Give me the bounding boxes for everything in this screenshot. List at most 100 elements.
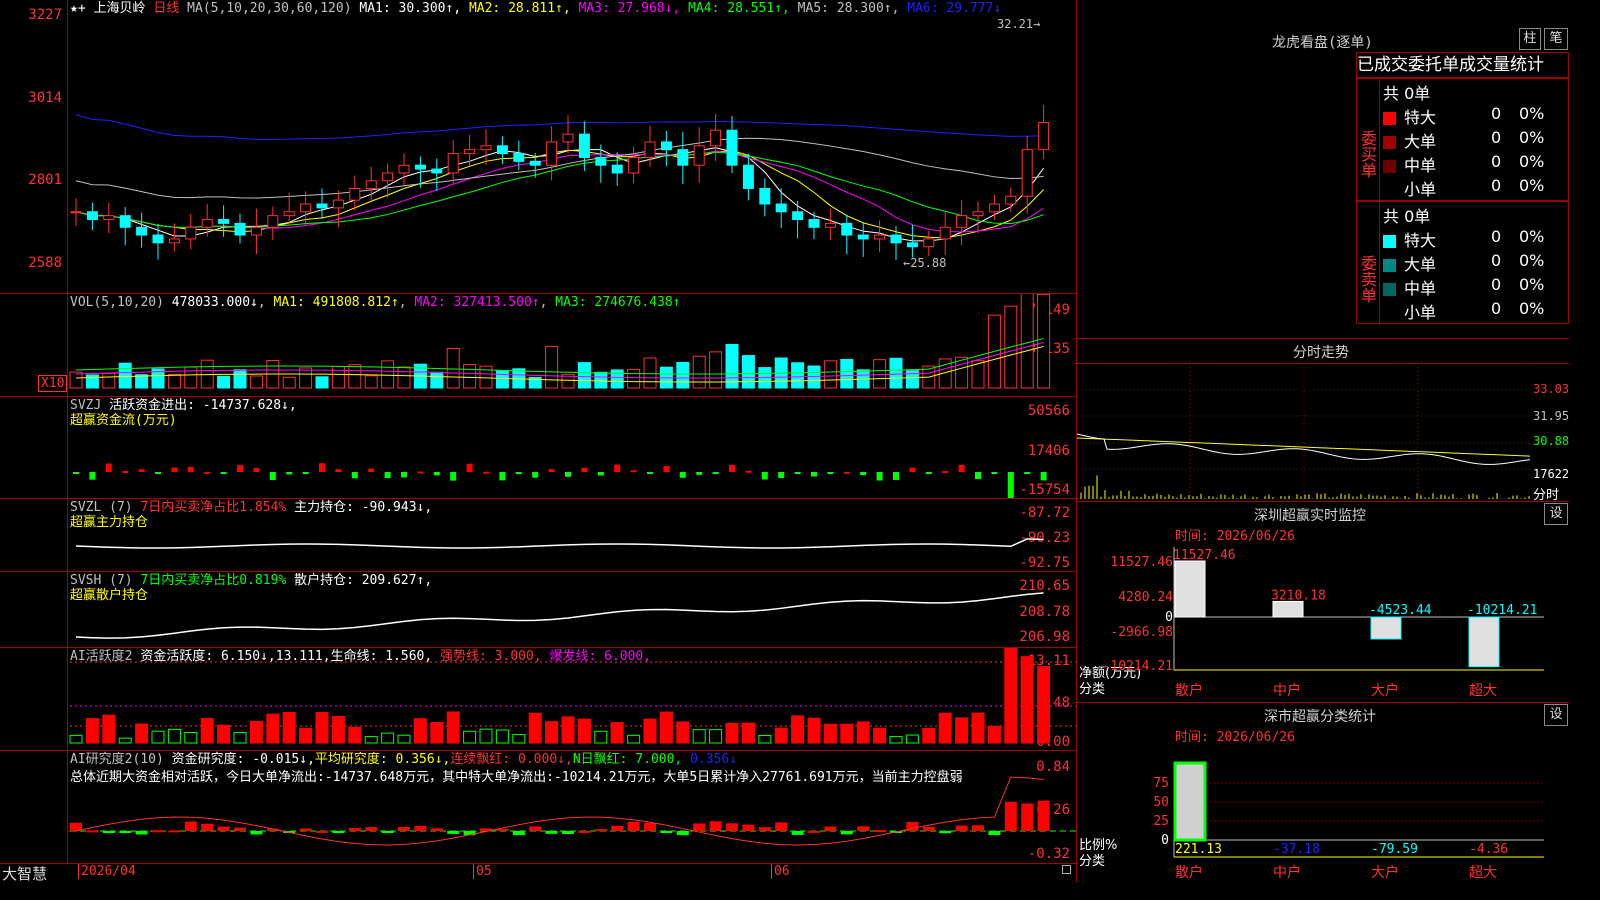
activity-bar xyxy=(561,716,575,744)
research-bar xyxy=(840,831,853,835)
volume-bar xyxy=(495,370,509,389)
activity-bar xyxy=(840,723,854,744)
volume-bar xyxy=(118,362,132,389)
candle xyxy=(529,160,541,166)
flow-bar xyxy=(368,468,375,472)
sz-value: -4523.44 xyxy=(1369,603,1432,618)
sz-value: -10214.21 xyxy=(1467,603,1537,618)
research-bar xyxy=(873,830,886,833)
sz-category: 超大 xyxy=(1469,683,1497,699)
order-row-pct: 0% xyxy=(1519,104,1545,123)
activity-bar xyxy=(889,736,903,744)
activity-bar xyxy=(807,717,821,744)
sz-tick: 0 xyxy=(1165,610,1173,625)
volume-panel[interactable]: 71149 35135 X10 VOL(5,10,20) 478033.000↓… xyxy=(0,294,1076,396)
activity-bar xyxy=(758,735,772,744)
intraday-svg xyxy=(1077,362,1532,501)
flow-bar xyxy=(335,469,342,472)
flow-bar xyxy=(696,472,703,475)
sz-tick: -10214.21 xyxy=(1103,659,1173,674)
flow-bar xyxy=(647,472,653,474)
research-bar xyxy=(234,827,246,831)
order-row-pct: 0% xyxy=(1519,251,1545,270)
flow-bar xyxy=(958,464,965,472)
kline-panel[interactable]: 3227 3014 2801 2588 ★+ 上海贝岭 日线 MA(5,10,2… xyxy=(0,0,1076,293)
ai-activity-panel[interactable]: 13.11 6.48 0.00 AI活跃度2 资金活跃度: 6.150↓,13.… xyxy=(0,648,1076,750)
activity-bar xyxy=(217,724,231,744)
flow-bar xyxy=(663,466,670,472)
date-axis[interactable]: 大智慧 2026/04 05 06 xyxy=(0,863,1076,884)
activity-bar xyxy=(971,712,985,744)
lock-icon[interactable] xyxy=(1062,865,1071,874)
flow-bar xyxy=(925,472,932,474)
buy-total: 共 0单 xyxy=(1383,84,1431,103)
candle xyxy=(234,222,246,236)
activity-bar xyxy=(413,718,427,744)
activity-bar xyxy=(741,722,755,744)
research-bar xyxy=(562,831,574,834)
candle xyxy=(201,219,213,228)
sz-value: 11527.46 xyxy=(1173,548,1236,563)
flow-bar xyxy=(548,469,555,472)
volume-bar xyxy=(397,366,411,389)
research-bar xyxy=(1004,801,1017,831)
order-row: 特大 0 0% xyxy=(1383,227,1569,251)
tab-orders[interactable]: 委托单 xyxy=(1408,55,1459,75)
sh-category: 超大 xyxy=(1469,865,1497,881)
tab-volume[interactable]: 成交量统计 xyxy=(1459,55,1544,75)
order-row: 中单 0 0% xyxy=(1383,152,1569,176)
activity-bar xyxy=(1020,656,1034,744)
sz-monitor-panel: 深圳超赢实时监控 设 时间: 2026/06/26 净额(万元) 分类 11527… xyxy=(1077,502,1569,702)
sz-tick: 11527.46 xyxy=(1110,555,1173,570)
volume-bar xyxy=(840,358,854,389)
research-bar xyxy=(758,827,771,831)
tick-button[interactable]: 笔 xyxy=(1544,28,1568,50)
flow-bar xyxy=(712,472,719,474)
ma-line xyxy=(75,151,1044,228)
sh-value: -37.18 xyxy=(1273,842,1320,857)
research-bar xyxy=(299,828,312,831)
svsh-panel[interactable]: 210.65 208.78 206.98 SVSH (7) 7日内买卖净占比0.… xyxy=(0,572,1076,647)
activity-bar xyxy=(495,729,509,744)
candle xyxy=(365,180,377,189)
sz-tick: 4280.24 xyxy=(1118,590,1173,605)
candle xyxy=(185,226,197,240)
sh-tick: 25 xyxy=(1153,814,1169,829)
flow-bar xyxy=(843,471,850,474)
flow-bar xyxy=(827,472,834,474)
tab-filled[interactable]: 已成交 xyxy=(1357,55,1408,75)
activity-bar xyxy=(610,722,624,744)
svzl-panel[interactable]: -87.72 -90.23 -92.75 SVZL (7) 7日内买卖净占比1.… xyxy=(0,499,1076,571)
research-bar xyxy=(955,825,968,831)
sh-category: 大户 xyxy=(1371,864,1399,881)
candle xyxy=(546,141,558,166)
dragon-tiger-title: 龙虎看盘(逐单) xyxy=(1272,35,1373,51)
candle xyxy=(447,153,459,174)
research-bar xyxy=(922,826,935,831)
candle xyxy=(283,211,295,217)
date-tick: 05 xyxy=(473,864,492,879)
research-bar xyxy=(102,831,115,833)
avg-price-line xyxy=(1077,437,1531,457)
activity-bar xyxy=(938,712,952,744)
flow-bar xyxy=(597,472,604,476)
flow-bar xyxy=(811,472,817,477)
column-button[interactable]: 柱 xyxy=(1519,28,1541,50)
sz-category: 大户 xyxy=(1371,682,1399,699)
volume-bar xyxy=(1020,294,1034,389)
flow-bar xyxy=(401,472,407,478)
volume-bar xyxy=(873,359,887,389)
ai-research-panel[interactable]: 0.84 0.26 -0.32 AI研究度2(10) 资金研究度: -0.015… xyxy=(0,751,1076,863)
candle xyxy=(218,219,230,224)
order-row-pct: 0% xyxy=(1519,227,1545,246)
brand-label[interactable]: 大智慧 xyxy=(2,863,47,884)
research-bar xyxy=(414,825,427,831)
research-bar xyxy=(398,826,410,831)
order-row: 小单 0 0% xyxy=(1383,299,1569,323)
order-row-label: 小单 xyxy=(1404,180,1437,199)
volume-bar xyxy=(233,369,247,389)
activity-bar xyxy=(791,715,805,744)
activity-bar xyxy=(577,718,591,744)
svzj-panel[interactable]: 50566 17406 -15754 SVZJ 活跃资金进出: -14737.6… xyxy=(0,397,1076,498)
intraday-panel[interactable]: 分时走势 33.03 31.95 30.88 17622 分时 xyxy=(1077,339,1569,503)
